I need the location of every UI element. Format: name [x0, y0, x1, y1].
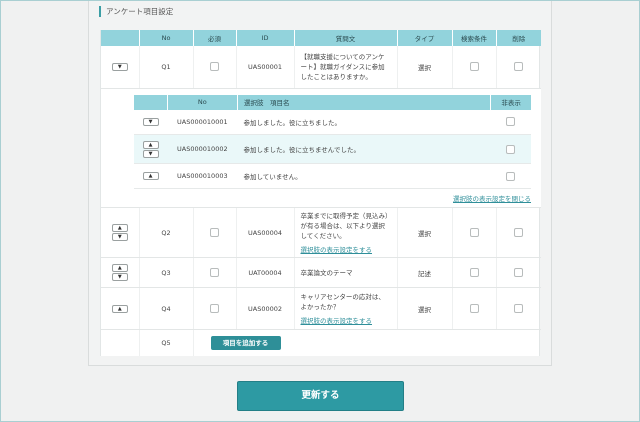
row-no: Q2: [139, 207, 194, 258]
section-title: アンケート項目設定: [99, 6, 173, 17]
row-question: 卒業までに取得予定（見込み）が有る場合は、以下より選択してください。: [300, 211, 389, 240]
delete-checkbox[interactable]: [514, 228, 524, 237]
delete-checkbox[interactable]: [514, 268, 524, 277]
col-sort: [101, 30, 140, 46]
row-id: UAS00002: [236, 287, 295, 330]
row-no: Q4: [139, 287, 194, 330]
choices-table: No 選択肢 項目名 非表示 ▼ UAS000010001 参加しました。役に立…: [134, 94, 531, 189]
table-header: No 必須 ID 質問文 タイプ 検索条件 削除: [101, 30, 541, 46]
choice-col-no: No: [167, 94, 239, 110]
required-checkbox[interactable]: [210, 228, 219, 237]
hidden-checkbox[interactable]: [506, 144, 516, 154]
col-required: 必須: [193, 30, 237, 46]
list-item: ▲ UAS000010003 参加していません。: [134, 163, 531, 189]
choice-no: UAS000010001: [167, 109, 238, 135]
table-row: ▲ ▼ Q3 UAT00004 卒業論文のテーマ 記述: [101, 257, 541, 288]
choice-label: 参加しました。役に立ちませんでした。: [237, 134, 491, 164]
list-item: ▼ UAS000010001 参加しました。役に立ちました。: [134, 109, 531, 135]
required-checkbox[interactable]: [210, 268, 219, 277]
move-up-button[interactable]: ▲: [111, 224, 128, 232]
choices-panel: No 選択肢 項目名 非表示 ▼ UAS000010001 参加しました。役に立…: [101, 88, 541, 207]
choice-settings-link[interactable]: 選択肢の表示設定をする: [301, 317, 373, 325]
choice-no: UAS000010002: [167, 134, 238, 164]
search-checkbox[interactable]: [469, 268, 479, 277]
add-row: Q5 項目を追加する: [101, 329, 541, 356]
row-type: 選択: [397, 207, 453, 258]
table-row: ▼ Q1 UAS00001 【就職支援についてのアンケート】就職ガイダンスに参加…: [101, 46, 541, 89]
choice-label: 参加しました。役に立ちました。: [237, 109, 491, 135]
search-checkbox[interactable]: [469, 62, 479, 72]
col-type: タイプ: [397, 30, 453, 46]
row-no: Q3: [139, 257, 194, 288]
choices-header: No 選択肢 項目名 非表示: [134, 94, 531, 110]
row-question: 卒業論文のテーマ: [294, 257, 398, 288]
row-no: Q1: [139, 46, 194, 89]
move-up-button[interactable]: ▲: [111, 264, 128, 272]
add-item-button[interactable]: 項目を追加する: [210, 335, 281, 350]
choice-label: 参加していません。: [237, 163, 491, 189]
table-row: ▲ ▼ Q2 UAS00004 卒業までに取得予定（見込み）が有る場合は、以下よ…: [101, 207, 541, 258]
row-id: UAS00004: [236, 207, 295, 258]
col-id: ID: [236, 30, 295, 46]
search-checkbox[interactable]: [469, 228, 479, 237]
question-table: No 必須 ID 質問文 タイプ 検索条件 削除 ▼ Q1 UAS00001 【…: [101, 30, 541, 356]
move-down-button[interactable]: ▼: [111, 62, 128, 71]
choice-settings-link[interactable]: 選択肢の表示設定をする: [301, 246, 373, 254]
table-row: ▲ Q4 UAS00002 キャリアセンターの応対は、よかったか？ 選択肢の表示…: [101, 287, 541, 330]
update-button[interactable]: 更新する: [237, 381, 404, 411]
col-question: 質問文: [294, 30, 398, 46]
close-choices-link[interactable]: 選択肢の表示設定を閉じる: [453, 195, 531, 203]
col-delete: 削除: [496, 30, 541, 46]
search-checkbox[interactable]: [469, 304, 479, 313]
move-down-button[interactable]: ▼: [111, 273, 128, 281]
row-type: 選択: [397, 46, 453, 89]
delete-checkbox[interactable]: [514, 62, 524, 72]
move-up-button[interactable]: ▲: [142, 172, 159, 180]
choice-no: UAS000010003: [167, 163, 238, 189]
row-id: UAT00004: [236, 257, 295, 288]
hidden-checkbox[interactable]: [506, 171, 516, 181]
col-no: No: [139, 30, 194, 46]
choices-row: No 選択肢 項目名 非表示 ▼ UAS000010001 参加しました。役に立…: [101, 88, 541, 208]
choice-col-label: 選択肢 項目名: [237, 94, 492, 110]
required-checkbox[interactable]: [210, 304, 219, 313]
delete-checkbox[interactable]: [514, 304, 524, 313]
col-search: 検索条件: [452, 30, 497, 46]
next-no: Q5: [139, 329, 194, 356]
move-up-button[interactable]: ▲: [111, 304, 128, 313]
move-down-button[interactable]: ▼: [111, 233, 128, 241]
row-question: 【就職支援についてのアンケート】就職ガイダンスに参加したことはありますか。: [294, 46, 398, 89]
row-type: 選択: [397, 287, 453, 330]
hidden-checkbox[interactable]: [506, 117, 516, 127]
choice-col-hidden: 非表示: [490, 94, 531, 110]
question-table-wrap: No 必須 ID 質問文 タイプ 検索条件 削除 ▼ Q1 UAS00001 【…: [100, 30, 541, 356]
row-type: 記述: [397, 257, 453, 288]
move-down-button[interactable]: ▼: [142, 149, 159, 158]
move-up-button[interactable]: ▲: [142, 140, 159, 149]
list-item: ▲ ▼ UAS000010002 参加しました。役に立ちませんでした。: [134, 134, 531, 164]
required-checkbox[interactable]: [210, 62, 219, 72]
row-id: UAS00001: [236, 46, 295, 89]
move-down-button[interactable]: ▼: [142, 117, 159, 126]
row-question: キャリアセンターの応対は、よかったか？: [300, 292, 385, 311]
